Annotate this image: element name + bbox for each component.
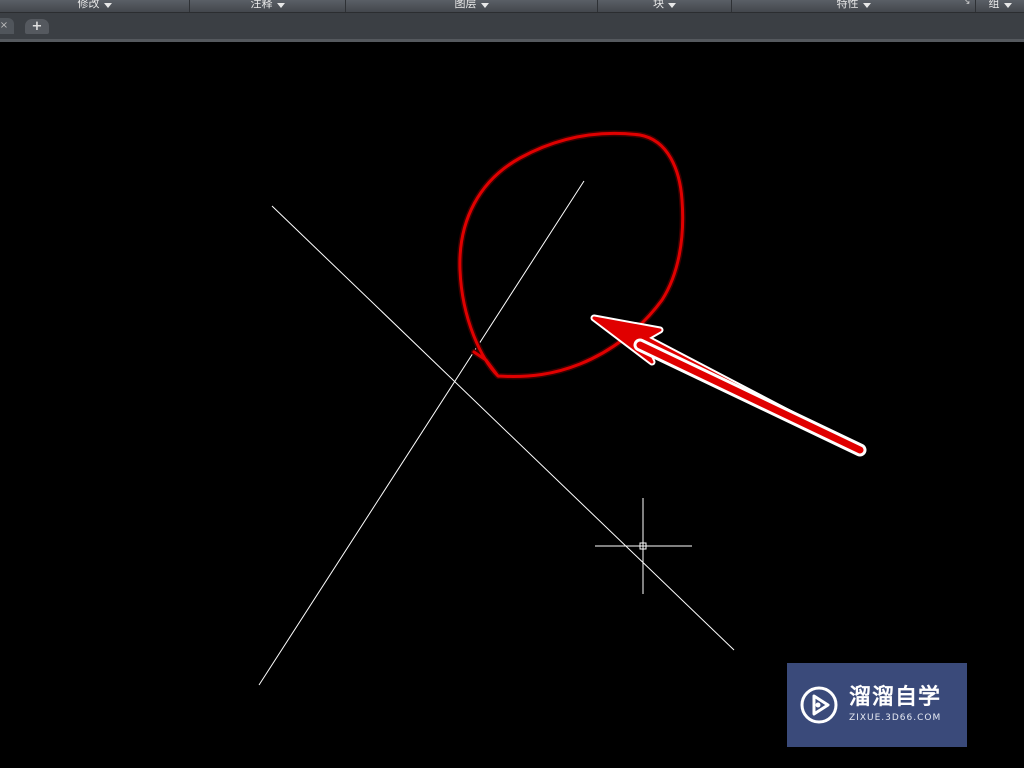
drawing-canvas[interactable] xyxy=(0,0,1024,768)
ribbon-panel-annotate[interactable]: 注释 xyxy=(190,0,346,12)
ribbon-panel-block[interactable]: 块 xyxy=(598,0,732,12)
ribbon-panel-label: 图层 xyxy=(454,0,477,10)
ribbon-panel-groups[interactable]: 组 xyxy=(976,0,1024,12)
watermark-subtitle: ZIXUE.3D66.COM xyxy=(849,713,942,723)
ribbon-panel-label: 注释 xyxy=(250,0,273,10)
plus-icon: + xyxy=(31,19,43,34)
autocad-window: 修改 注释 图层 块 特性 ↘ 组 × + 溜溜自学 ZIXUE.3D66.CO… xyxy=(0,0,1024,768)
ribbon-panel-label: 特性 xyxy=(836,0,859,10)
cad-line-1[interactable] xyxy=(271,205,735,651)
close-icon: × xyxy=(0,20,9,31)
chevron-down-icon xyxy=(1003,2,1012,8)
panel-launcher-icon[interactable]: ↘ xyxy=(963,0,971,7)
play-logo-icon xyxy=(800,686,838,724)
file-tab-bar: × + xyxy=(0,13,1024,42)
ribbon-panel-label: 修改 xyxy=(77,0,100,10)
chevron-down-icon xyxy=(103,2,112,8)
chevron-down-icon xyxy=(480,2,489,8)
ribbon-panel-properties[interactable]: 特性 xyxy=(732,0,976,12)
chevron-down-icon xyxy=(862,2,871,8)
ribbon-panel-bar: 修改 注释 图层 块 特性 ↘ 组 xyxy=(0,0,1024,13)
watermark-text: 溜溜自学 ZIXUE.3D66.COM xyxy=(849,685,941,725)
close-tab-button[interactable]: × xyxy=(0,18,14,34)
annotation-arrow xyxy=(590,314,867,457)
ribbon-panel-label: 组 xyxy=(988,0,1000,10)
crosshair-cursor xyxy=(595,498,692,594)
chevron-down-icon xyxy=(276,2,285,8)
watermark-logo: 溜溜自学 ZIXUE.3D66.COM xyxy=(787,663,967,747)
ribbon-panel-layers[interactable]: 图层 xyxy=(346,0,598,12)
cad-line-2[interactable] xyxy=(258,180,585,686)
watermark-title: 溜溜自学 xyxy=(849,685,942,710)
new-tab-button[interactable]: + xyxy=(25,19,49,34)
chevron-down-icon xyxy=(668,2,676,8)
ribbon-panel-label: 块 xyxy=(653,0,664,10)
ribbon-panel-modify[interactable]: 修改 xyxy=(0,0,190,12)
